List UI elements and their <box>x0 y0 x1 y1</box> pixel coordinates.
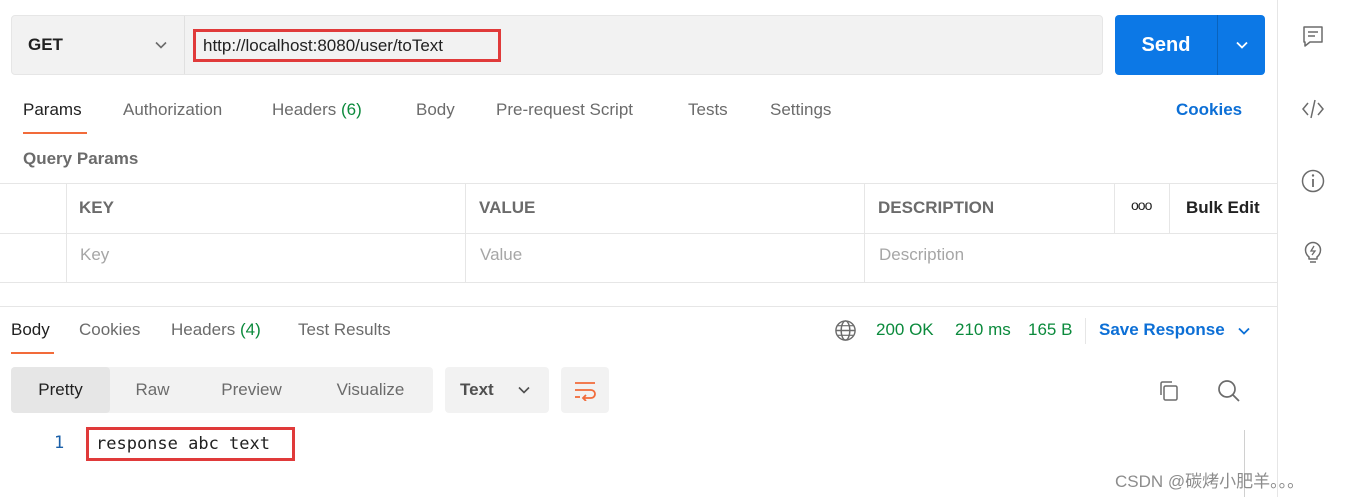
chevron-down-icon <box>518 386 530 394</box>
search-icon[interactable] <box>1216 378 1242 404</box>
request-bar: GET http://localhost:8080/user/toText <box>11 15 1103 75</box>
query-params-title: Query Params <box>23 149 139 168</box>
format-select[interactable]: Text <box>445 367 549 413</box>
wrap-lines-icon <box>575 382 596 401</box>
chevron-down-icon <box>1238 327 1251 335</box>
response-tab-body[interactable]: Body <box>11 320 50 340</box>
tab-label: Body <box>416 100 455 119</box>
status-divider <box>1085 318 1086 344</box>
tab-count: (4) <box>240 320 261 339</box>
tab-label: Tests <box>688 100 728 119</box>
tab-tests[interactable]: Tests <box>688 100 728 120</box>
table-col-divider <box>1169 183 1170 233</box>
response-tab-headers[interactable]: Headers (4) <box>171 320 261 340</box>
tab-body[interactable]: Body <box>416 100 455 120</box>
tab-label: Params <box>23 100 82 119</box>
url-input[interactable]: http://localhost:8080/user/toText <box>193 29 501 62</box>
tab-authorization[interactable]: Authorization <box>123 100 222 120</box>
tab-label: Authorization <box>123 100 223 119</box>
view-raw-button[interactable]: Raw <box>110 367 195 413</box>
value-input[interactable]: Value <box>480 245 522 265</box>
view-pretty-button[interactable]: Pretty <box>11 367 110 413</box>
method-label: GET <box>28 35 63 54</box>
send-button-group: Send <box>1115 15 1265 75</box>
cookies-link[interactable]: Cookies <box>1176 100 1242 120</box>
view-preview-button[interactable]: Preview <box>195 367 308 413</box>
active-response-tab-indicator <box>11 352 54 354</box>
tab-pre-request-script[interactable]: Pre-request Script <box>496 100 633 120</box>
tab-headers[interactable]: Headers (6) <box>272 100 362 120</box>
column-header-key: KEY <box>79 198 114 217</box>
bulk-edit-button[interactable]: Bulk Edit <box>1186 198 1260 218</box>
response-divider <box>0 306 1277 307</box>
code-icon[interactable] <box>1300 96 1326 122</box>
send-options-button[interactable] <box>1218 15 1265 75</box>
info-icon[interactable] <box>1300 168 1326 194</box>
tab-label: Pre-request Script <box>496 100 633 119</box>
table-col-divider <box>1114 183 1115 233</box>
format-label: Text <box>460 380 494 399</box>
wrap-lines-button[interactable] <box>561 367 609 413</box>
table-border-top <box>0 183 1277 184</box>
tab-count: (6) <box>341 100 362 119</box>
response-body-line[interactable]: response abc text <box>86 427 295 461</box>
table-col-divider <box>465 183 466 282</box>
watermark: CSDN @碳烤小肥羊。。。 <box>1115 472 1305 491</box>
tab-label: Body <box>11 320 50 339</box>
globe-icon[interactable] <box>834 319 857 342</box>
sidebar-divider <box>1277 0 1278 497</box>
view-visualize-button[interactable]: Visualize <box>308 367 433 413</box>
method-select[interactable]: GET <box>12 16 185 74</box>
tab-label: Test Results <box>298 320 391 339</box>
column-header-description: DESCRIPTION <box>878 198 995 217</box>
tab-settings[interactable]: Settings <box>770 100 831 120</box>
status-code[interactable]: 200 OK <box>876 320 934 340</box>
url-text: http://localhost:8080/user/toText <box>203 35 444 55</box>
view-mode-group: Pretty Raw Preview Visualize <box>11 367 433 413</box>
copy-icon[interactable] <box>1157 379 1181 403</box>
table-border-mid <box>0 233 1277 234</box>
send-button[interactable]: Send <box>1115 15 1217 75</box>
more-options-button[interactable]: ooo <box>1131 197 1152 213</box>
tab-label: Settings <box>770 100 832 119</box>
active-tab-indicator <box>23 132 87 134</box>
response-size[interactable]: 165 B <box>1028 320 1072 340</box>
table-border-bottom <box>0 282 1277 283</box>
save-response-button[interactable]: Save Response <box>1099 320 1251 340</box>
tab-label: Headers <box>171 320 236 339</box>
response-tab-cookies[interactable]: Cookies <box>79 320 140 340</box>
tab-label: Cookies <box>79 320 141 339</box>
line-number: 1 <box>54 433 65 453</box>
chevron-down-icon <box>155 41 167 49</box>
tab-params[interactable]: Params <box>23 100 82 120</box>
key-input[interactable]: Key <box>80 245 109 265</box>
chevron-down-icon <box>1235 41 1248 49</box>
table-col-divider <box>66 183 67 282</box>
response-time[interactable]: 210 ms <box>955 320 1011 340</box>
response-body-text: response abc text <box>96 434 270 454</box>
tab-label: Headers <box>272 100 337 119</box>
comments-icon[interactable] <box>1300 24 1326 50</box>
response-tab-test-results[interactable]: Test Results <box>298 320 391 340</box>
table-col-divider <box>864 183 865 282</box>
column-header-value: VALUE <box>479 198 536 217</box>
description-input[interactable]: Description <box>879 245 964 265</box>
save-response-label: Save Response <box>1099 320 1225 339</box>
lightbulb-icon[interactable] <box>1300 240 1326 266</box>
